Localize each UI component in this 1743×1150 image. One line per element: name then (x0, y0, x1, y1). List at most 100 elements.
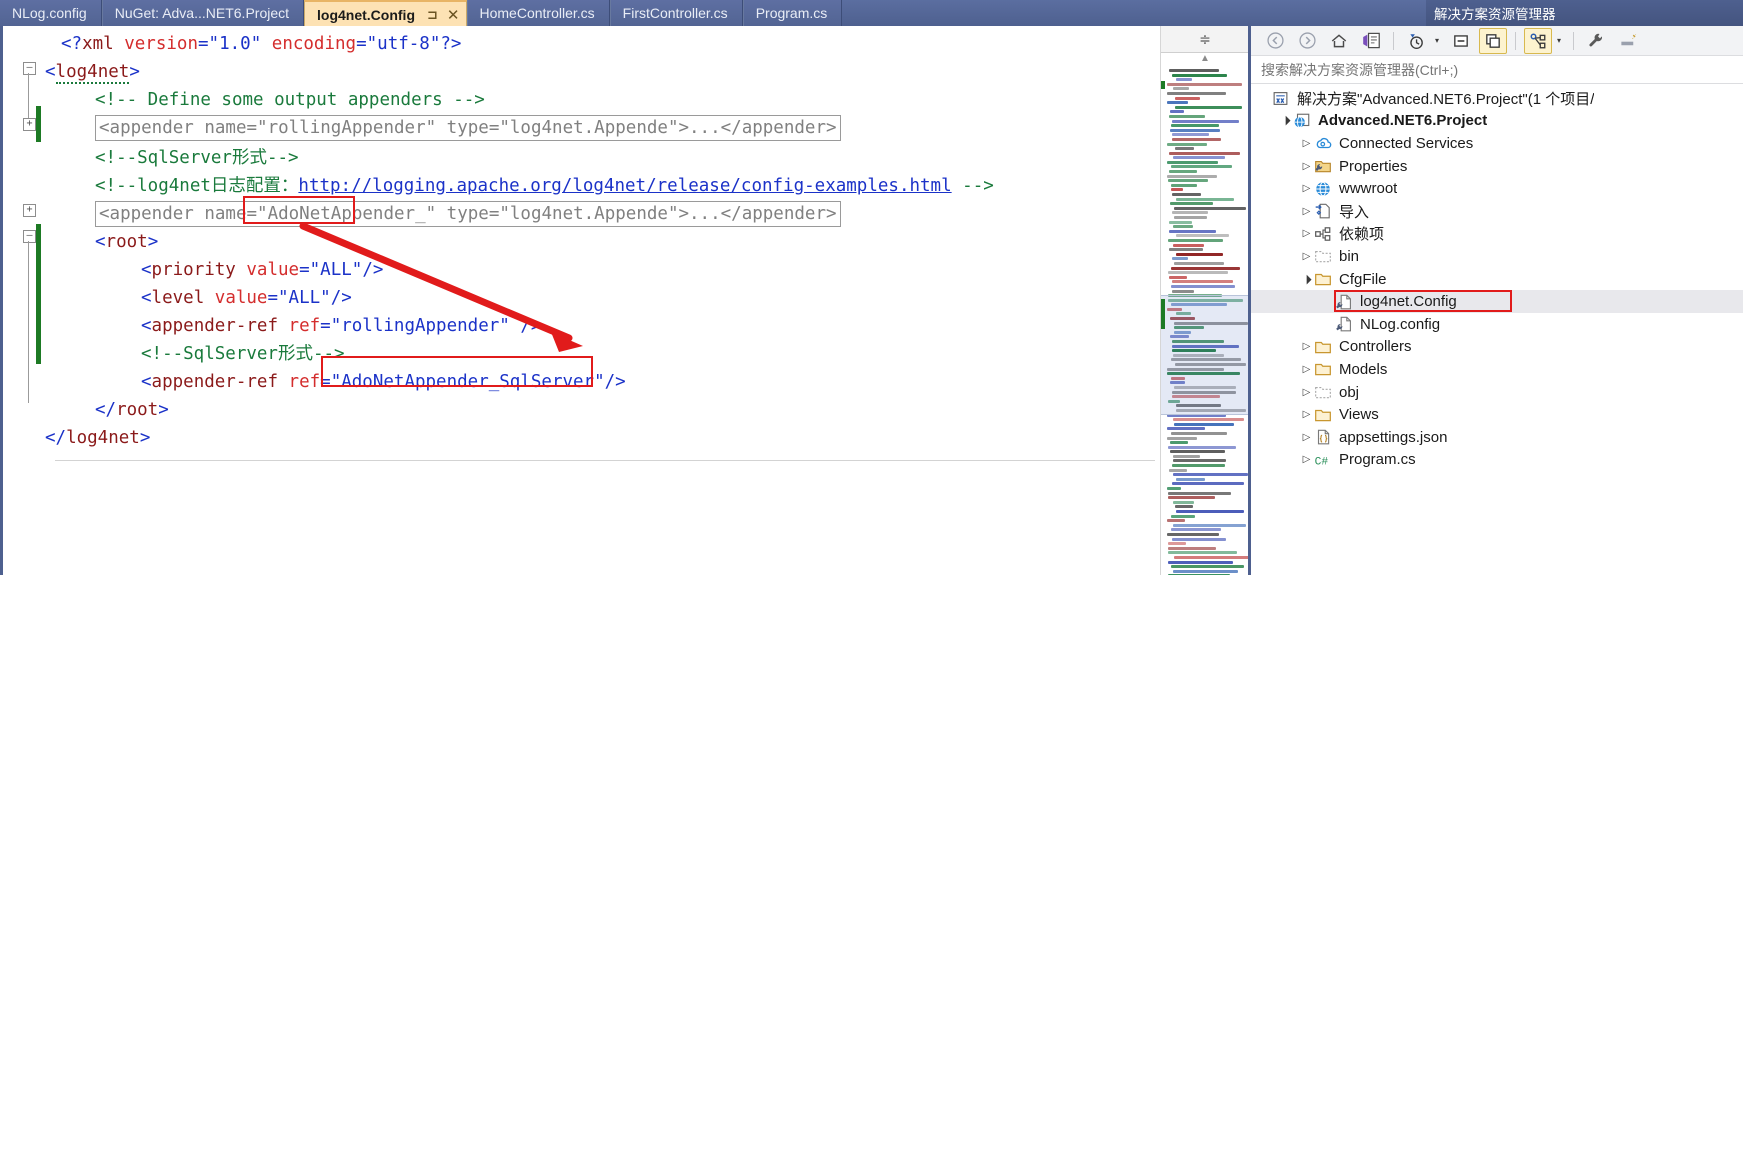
back-button[interactable] (1261, 28, 1289, 54)
tree-item-bin[interactable]: ▷ bin (1251, 245, 1743, 268)
tree-item--[interactable]: ▷ 依赖项 (1251, 223, 1743, 246)
folder-icon (1314, 406, 1335, 424)
tree-item-models[interactable]: ▷ Models (1251, 358, 1743, 381)
tree-item-connected-services[interactable]: ▷ Connected Services (1251, 132, 1743, 155)
tree-item-nlog.config[interactable]: NLog.config (1251, 313, 1743, 336)
twisty-collapsed-icon[interactable]: ▷ (1299, 364, 1314, 375)
tab-homecontroller-cs[interactable]: HomeController.cs (466, 0, 610, 26)
minimap-row (1170, 128, 1220, 132)
solution-explorer-toolbar: ▾ ▾ (1251, 26, 1743, 56)
minimap-row (1168, 551, 1237, 555)
minimap-row (1168, 445, 1236, 449)
tree-item-cfgfile[interactable]: ◢ CfgFile (1251, 268, 1743, 291)
minimap-row (1173, 87, 1189, 91)
tree-item-label: wwwroot (1339, 180, 1398, 198)
twisty-collapsed-icon[interactable]: ▷ (1299, 432, 1314, 443)
twisty-collapsed-icon[interactable]: ▷ (1299, 251, 1314, 262)
tree-item-controllers[interactable]: ▷ Controllers (1251, 336, 1743, 359)
forward-button[interactable] (1293, 28, 1321, 54)
solution-explorer-body: ▾ ▾ 解决方案"Advanced.NET6.Project"(1 个项目 (1251, 26, 1743, 578)
close-icon[interactable]: ✕ (447, 8, 460, 23)
code-line: <!-- Define some output appenders --> (95, 90, 485, 110)
outline-expand-appender-1[interactable]: + (23, 118, 36, 131)
code-line: <root> (95, 232, 159, 252)
code-line: </log4net> (45, 428, 151, 448)
tree-item-obj[interactable]: ▷ obj (1251, 381, 1743, 404)
properties-icon (1314, 157, 1335, 175)
twisty-collapsed-icon[interactable]: ▷ (1299, 183, 1314, 194)
pin-icon[interactable]: ⊐ (427, 7, 438, 23)
tree-item-advanced.net6.project[interactable]: ◢ Advanced.NET6.Project (1251, 110, 1743, 133)
twisty-collapsed-icon[interactable]: ▷ (1299, 409, 1314, 420)
wrench-button[interactable] (1582, 28, 1610, 54)
tree-item-wwwroot[interactable]: ▷ wwwroot (1251, 177, 1743, 200)
minimap[interactable]: ≑ ▲ (1160, 26, 1249, 575)
minimap-row (1173, 418, 1244, 422)
minimap-change-bar (1161, 299, 1165, 329)
outline-collapse-root[interactable]: – (23, 230, 36, 243)
minimap-change-bar (1161, 81, 1165, 89)
outline-collapse-log4net[interactable]: – (23, 62, 36, 75)
code-line-collapsed-region[interactable]: <appender name="AdoNetAppender_" type="l… (95, 200, 841, 228)
minimap-row (1167, 427, 1205, 431)
tab-label: HomeController.cs (479, 5, 595, 21)
solution-tree[interactable]: 解决方案"Advanced.NET6.Project"(1 个项目/◢ Advan… (1251, 84, 1743, 578)
minimap-splitter-handle[interactable]: ≑ (1161, 26, 1249, 53)
solution-explorer-search[interactable] (1251, 56, 1743, 84)
minimap-scroll-up-icon[interactable]: ▲ (1161, 53, 1249, 67)
collapsed-region-adonet-appender[interactable]: <appender name="AdoNetAppender_" type="l… (95, 201, 841, 227)
tab-nuget[interactable]: NuGet: Adva...NET6.Project (101, 0, 305, 26)
collapsed-region-rolling-appender[interactable]: <appender name="rollingAppender" type="l… (95, 115, 841, 141)
twisty-collapsed-icon[interactable]: ▷ (1299, 341, 1314, 352)
tree-item-log4net.config[interactable]: log4net.Config (1251, 290, 1743, 313)
minimap-row (1169, 229, 1216, 233)
twisty-collapsed-icon[interactable]: ▷ (1299, 228, 1314, 239)
twisty-collapsed-icon[interactable]: ▷ (1299, 206, 1314, 217)
minimap-row (1172, 289, 1194, 293)
minimap-row (1172, 137, 1221, 141)
minimap-row (1167, 82, 1242, 86)
config-examples-link[interactable]: http://logging.apache.org/log4net/releas… (298, 176, 951, 196)
minimap-viewport[interactable] (1161, 295, 1249, 415)
chevron-down-icon[interactable]: ▾ (1553, 36, 1565, 45)
home-button[interactable] (1325, 28, 1353, 54)
minimap-row (1167, 174, 1217, 178)
tab-log4net-config[interactable]: log4net.Config ⊐ ✕ (304, 0, 467, 28)
code-line-collapsed-region[interactable]: <appender name="rollingAppender" type="l… (95, 114, 841, 142)
tree-item-program.cs[interactable]: ▷ C# Program.cs (1251, 449, 1743, 472)
tab-program-cs[interactable]: Program.cs (742, 0, 843, 26)
vs-file-button[interactable] (1357, 28, 1385, 54)
twisty-collapsed-icon[interactable]: ▷ (1299, 454, 1314, 465)
minimap-row (1173, 243, 1204, 247)
show-all-files-button[interactable] (1479, 27, 1507, 54)
outline-expand-appender-2[interactable]: + (23, 204, 36, 217)
wwwroot-globe-icon (1314, 180, 1335, 198)
minimap-row (1173, 523, 1246, 527)
tab-nlog-config[interactable]: NLog.config (0, 0, 102, 26)
tab-firstcontroller-cs[interactable]: FirstController.cs (609, 0, 743, 26)
folder-icon (1314, 360, 1335, 378)
twisty-collapsed-icon[interactable]: ▷ (1299, 161, 1314, 172)
twisty-collapsed-icon[interactable]: ▷ (1299, 387, 1314, 398)
preview-selected-items-button[interactable] (1614, 28, 1642, 54)
tree-item-appsettings.json[interactable]: ▷ appsettings.json (1251, 426, 1743, 449)
properties-graph-button[interactable] (1524, 27, 1552, 54)
code-text-area[interactable]: <?xml version="1.0" encoding="utf-8"?> <… (45, 26, 1160, 575)
minimap-row (1175, 147, 1194, 151)
pending-changes-clock-button[interactable] (1402, 28, 1430, 54)
search-input[interactable] (1259, 60, 1743, 79)
twisty-expanded-icon[interactable]: ◢ (1297, 270, 1315, 288)
twisty-collapsed-icon[interactable]: ▷ (1299, 138, 1314, 149)
collapse-all-button[interactable] (1447, 28, 1475, 54)
tree-item-properties[interactable]: ▷ Properties (1251, 155, 1743, 178)
tree-item-views[interactable]: ▷ Views (1251, 403, 1743, 426)
minimap-row (1174, 422, 1234, 426)
minimap-row (1169, 151, 1240, 155)
code-editor[interactable]: – + + – <?xml version="1.0" encoding="ut… (0, 26, 1160, 575)
tree-item-label: appsettings.json (1339, 428, 1448, 446)
chevron-down-icon[interactable]: ▾ (1431, 36, 1443, 45)
tree-item--advanced.net6.project-1-[interactable]: 解决方案"Advanced.NET6.Project"(1 个项目/ (1251, 87, 1743, 110)
tree-item--[interactable]: ▷ 导入 (1251, 200, 1743, 223)
code-line: <priority value="ALL"/> (141, 260, 384, 280)
twisty-expanded-icon[interactable]: ◢ (1276, 112, 1294, 130)
